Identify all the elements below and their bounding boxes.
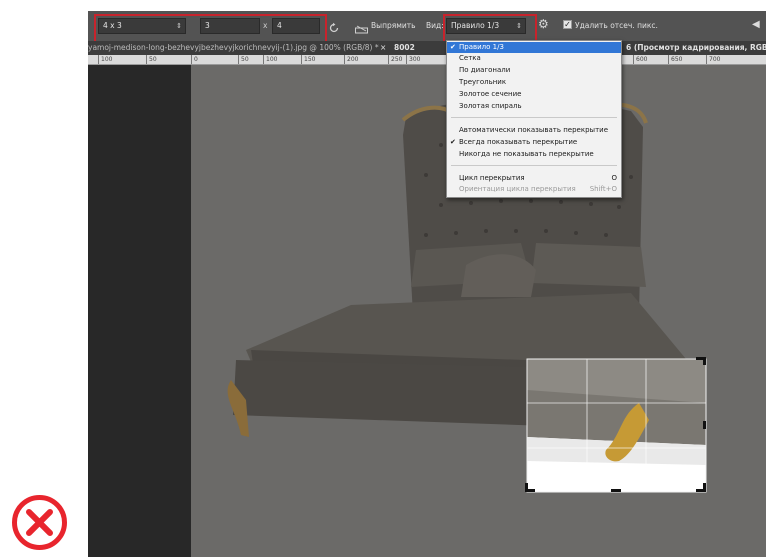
ruler-mark: 200 [344,55,358,64]
view-label: Вид: [426,21,444,30]
gear-icon[interactable]: ⚙ [538,16,549,32]
menu-item-shortcut: Shift+O [589,185,617,193]
pasteboard-dark [88,65,191,557]
menu-item-triangle[interactable]: Треугольник [447,77,621,88]
menu-item-always-show-overlay[interactable]: ✔ Всегда показывать перекрытие [447,137,621,148]
ruler-mark: 100 [98,55,112,64]
straighten-button[interactable]: Выпрямить [371,18,416,34]
width-input[interactable]: 3 [200,18,260,34]
ruler-mark: 150 [301,55,315,64]
menu-item-cycle-overlay[interactable]: Цикл перекрытия O [447,173,621,184]
view-overlay-value: Правило 1/3 [451,21,500,30]
document-tab-bar: yamoj-medison-long-bezhevyjbezhevyjkoric… [88,41,766,55]
screenshot-stage: 4 x 3 ⇕ 3 x 4 Выпрямить Вид: Правило 1/3… [0,0,766,557]
tab-close-icon[interactable]: × [380,41,386,55]
ratio-preset-value: 4 x 3 [103,21,122,30]
menu-item-cycle-orientation: Ориентация цикла перекрытия Shift+O [447,184,621,195]
tab-second-document-title[interactable]: 6 (Просмотр кадрирования, RGB/ [626,41,766,55]
menu-item-label: Цикл перекрытия [459,174,525,182]
checkmark-icon: ✔ [450,138,456,146]
checkmark-icon: ✔ [450,43,456,51]
chevron-updown-icon: ⇕ [176,22,182,30]
rotate-icon[interactable] [328,19,340,38]
delete-cropped-pixels-label[interactable]: Удалить отсеч. пикс. [575,18,658,34]
ruler-mark: 50 [238,55,249,64]
ruler-mark: 300 [406,55,420,64]
menu-item-label: Правило 1/3 [459,43,504,51]
ratio-preset-select[interactable]: 4 x 3 ⇕ [98,18,186,34]
menu-item-shortcut: O [611,174,617,182]
times-sign: x [263,21,268,30]
ruler-mark: 100 [263,55,277,64]
error-x-icon [11,494,68,551]
ruler-mark: 250 [388,55,402,64]
crop-options-bar: 4 x 3 ⇕ 3 x 4 Выпрямить Вид: Правило 1/3… [88,11,766,41]
checkbox-checked-icon[interactable]: ✓ [563,20,572,29]
arrow-left-icon[interactable]: ◀ [752,19,760,31]
tab-second-document-prefix[interactable]: 8002 [394,41,415,55]
view-overlay-menu: ✔ Правило 1/3 Сетка По диагонали Треугол… [446,40,622,198]
level-icon[interactable] [355,20,368,39]
menu-separator [451,117,617,118]
ruler-mark: 650 [668,55,682,64]
height-input[interactable]: 4 [272,18,320,34]
ruler-mark: 50 [146,55,157,64]
menu-item-label: Ориентация цикла перекрытия [459,185,576,193]
menu-item-label: Всегда показывать перекрытие [459,138,578,146]
menu-item-golden-ratio[interactable]: Золотое сечение [447,89,621,100]
menu-item-auto-show-overlay[interactable]: Автоматически показывать перекрытие [447,125,621,136]
ruler-mark: 700 [706,55,720,64]
menu-item-diagonal[interactable]: По диагонали [447,65,621,76]
view-overlay-select[interactable]: Правило 1/3 ⇕ [446,18,526,34]
menu-item-never-show-overlay[interactable]: Никогда не показывать перекрытие [447,149,621,160]
menu-item-golden-spiral[interactable]: Золотая спираль [447,101,621,112]
menu-item-grid[interactable]: Сетка [447,53,621,64]
menu-separator [451,165,617,166]
horizontal-ruler: 100 50 0 50 100 150 200 250 300 600 650 … [88,55,766,65]
tab-active-document[interactable]: yamoj-medison-long-bezhevyjbezhevyjkoric… [88,41,379,55]
chevron-updown-icon: ⇕ [516,22,522,30]
ruler-mark: 600 [633,55,647,64]
ruler-mark: 0 [191,55,198,64]
menu-item-rule-of-thirds[interactable]: ✔ Правило 1/3 [447,42,621,53]
